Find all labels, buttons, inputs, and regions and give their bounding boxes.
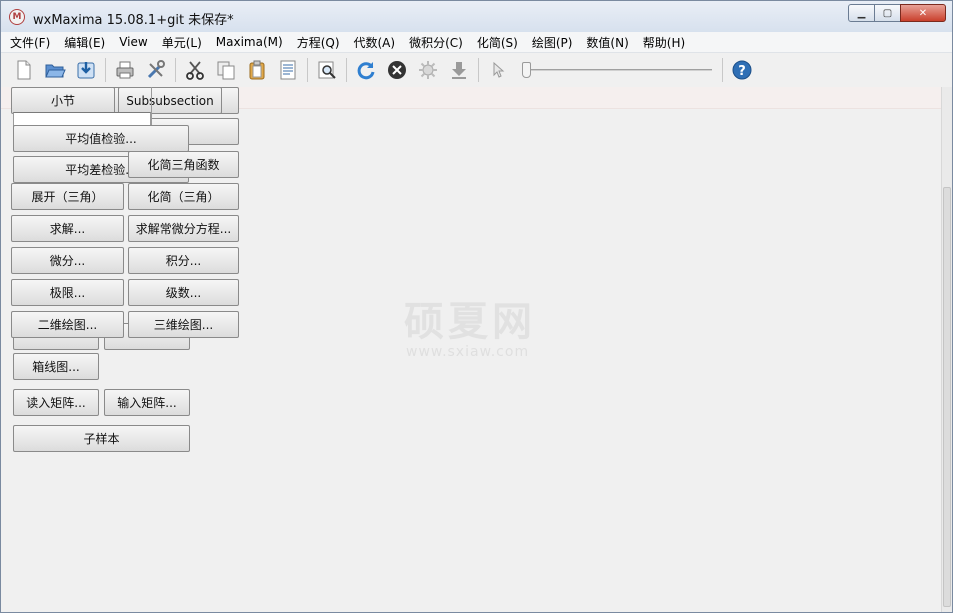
simplify-trig-button[interactable]: 化简三角函数 [128, 151, 239, 178]
svg-text:?: ? [738, 64, 746, 79]
menu-calculus[interactable]: 微积分(C) [409, 34, 463, 51]
print-icon[interactable] [112, 57, 138, 83]
settings-gear-icon[interactable] [415, 57, 441, 83]
vertical-scrollbar[interactable] [941, 87, 952, 612]
simplify-trig2-button[interactable]: 化简（三角） [128, 183, 239, 210]
solve-button[interactable]: 求解... [11, 215, 124, 242]
find-icon[interactable] [314, 57, 340, 83]
title-bar[interactable]: M wxMaxima 15.08.1+git 未保存* ▁ ▢ ✕ [1, 1, 952, 32]
main-window: M wxMaxima 15.08.1+git 未保存* ▁ ▢ ✕ 文件(F) … [0, 0, 953, 613]
menu-help[interactable]: 帮助(H) [643, 34, 685, 51]
maximize-button[interactable]: ▢ [874, 4, 901, 22]
menu-plot[interactable]: 绘图(P) [532, 34, 573, 51]
watermark-url: www.sxiaw.com [406, 344, 530, 360]
plot2d-button[interactable]: 二维绘图... [11, 311, 124, 338]
wxmaxima-app-icon: M [9, 9, 25, 25]
boxplot-button[interactable]: 箱线图... [13, 353, 99, 380]
menu-view[interactable]: View [119, 35, 147, 49]
menu-bar: 文件(F) 编辑(E) View 单元(L) Maxima(M) 方程(Q) 代… [1, 32, 952, 53]
toolbar-separator [722, 58, 723, 82]
restart-icon[interactable] [353, 57, 379, 83]
help-icon[interactable]: ? [729, 57, 755, 83]
slider-track [526, 69, 712, 71]
interrupt-icon[interactable] [384, 57, 410, 83]
menu-edit[interactable]: 编辑(E) [64, 34, 105, 51]
differentiate-button[interactable]: 微分... [11, 247, 124, 274]
copy-icon[interactable] [213, 57, 239, 83]
menu-simplify[interactable]: 化简(S) [477, 34, 518, 51]
open-folder-icon[interactable] [42, 57, 68, 83]
toolbar-separator [346, 58, 347, 82]
plot3d-button[interactable]: 三维绘图... [128, 311, 239, 338]
section-button[interactable]: 小节 [11, 87, 115, 114]
save-icon[interactable] [73, 57, 99, 83]
select-all-icon[interactable] [275, 57, 301, 83]
menu-numeric[interactable]: 数值(N) [586, 34, 628, 51]
new-file-icon[interactable] [11, 57, 37, 83]
download-icon[interactable] [446, 57, 472, 83]
menu-cell[interactable]: 单元(L) [162, 34, 202, 51]
series-button[interactable]: 级数... [128, 279, 239, 306]
watermark-text: 硕夏网 [404, 299, 536, 345]
window-controls: ▁ ▢ ✕ [848, 4, 946, 22]
animation-slider[interactable] [522, 58, 712, 82]
subsubsection-button[interactable]: Subsubsection [118, 87, 222, 114]
close-button[interactable]: ✕ [900, 4, 946, 22]
toolbar-separator [478, 58, 479, 82]
solve-ode-button[interactable]: 求解常微分方程... [128, 215, 239, 242]
window-title: wxMaxima 15.08.1+git 未保存* [33, 13, 234, 28]
toolbar: ? [1, 54, 952, 86]
toolbar-separator [105, 58, 106, 82]
menu-equations[interactable]: 方程(Q) [297, 34, 340, 51]
limit-button[interactable]: 极限... [11, 279, 124, 306]
menu-algebra[interactable]: 代数(A) [354, 34, 396, 51]
cut-icon[interactable] [182, 57, 208, 83]
slider-thumb[interactable] [522, 62, 531, 78]
scrollbar-thumb[interactable] [943, 187, 951, 607]
paste-icon[interactable] [244, 57, 270, 83]
enter-matrix-button[interactable]: 输入矩阵... [104, 389, 190, 416]
toolbar-separator [175, 58, 176, 82]
menu-maxima[interactable]: Maxima(M) [216, 35, 283, 49]
toolbar-separator [307, 58, 308, 82]
integrate-button[interactable]: 积分... [128, 247, 239, 274]
read-matrix-button[interactable]: 读入矩阵... [13, 389, 99, 416]
mean-test-button[interactable]: 平均值检验... [13, 125, 189, 152]
preferences-icon[interactable] [143, 57, 169, 83]
menu-file[interactable]: 文件(F) [10, 34, 50, 51]
expand-trig-button[interactable]: 展开（三角） [11, 183, 124, 210]
cursor-icon[interactable] [485, 57, 511, 83]
subsample-button[interactable]: 子样本 [13, 425, 190, 452]
minimize-button[interactable]: ▁ [848, 4, 875, 22]
